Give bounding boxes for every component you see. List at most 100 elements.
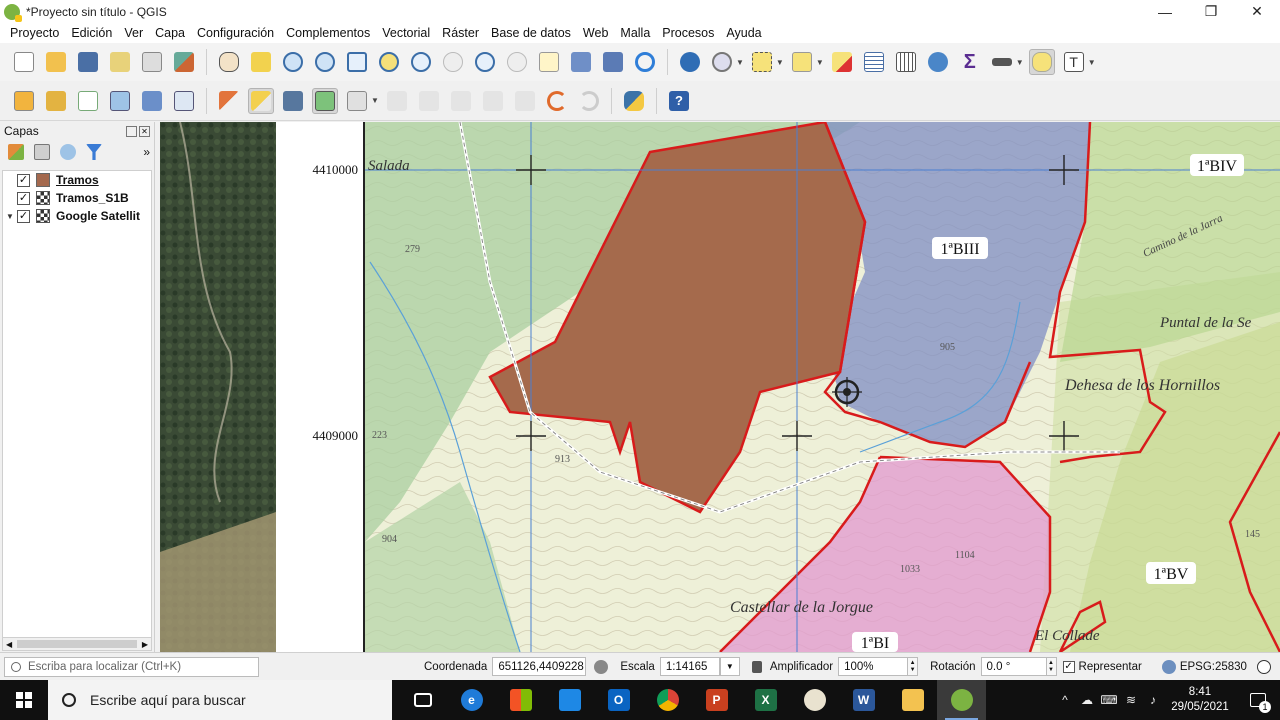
chevron-down-icon[interactable]: ▼ <box>736 58 744 67</box>
new-temp-layer-button[interactable] <box>139 88 165 114</box>
attribute-table-button[interactable] <box>861 49 887 75</box>
magnifier-spinner[interactable]: ▲ ▼ <box>908 657 919 676</box>
menu-complementos[interactable]: Complementos <box>280 23 376 43</box>
word-app[interactable]: W <box>839 680 888 720</box>
new-map-view-button[interactable] <box>536 49 562 75</box>
new-bookmark-button[interactable] <box>568 49 594 75</box>
powerpoint-app[interactable]: P <box>692 680 741 720</box>
chevron-down-icon[interactable]: ▼ <box>1088 58 1096 67</box>
text-annotation-button[interactable]: T <box>1061 49 1087 75</box>
menu-ver[interactable]: Ver <box>118 23 149 43</box>
render-checkbox[interactable]: ✓ <box>1062 660 1075 673</box>
open-project-button[interactable] <box>43 49 69 75</box>
pan-button[interactable] <box>216 49 242 75</box>
add-group-icon[interactable] <box>34 144 50 160</box>
layout-manager-button[interactable] <box>139 49 165 75</box>
menu-proyecto[interactable]: Proyecto <box>4 23 65 43</box>
layer-visibility-checkbox[interactable]: ✓ <box>17 191 30 205</box>
paint-app[interactable] <box>790 680 839 720</box>
deselect-button[interactable] <box>829 49 855 75</box>
zoom-in-button[interactable] <box>280 49 306 75</box>
chevron-down-icon[interactable]: ▼ <box>371 96 379 105</box>
edge-app[interactable]: e <box>447 680 496 720</box>
modify-attributes-button[interactable] <box>384 88 410 114</box>
new-project-button[interactable] <box>11 49 37 75</box>
python-console-button[interactable] <box>621 88 647 114</box>
close-panel-icon[interactable]: ✕ <box>139 125 150 137</box>
spin-down-icon[interactable]: ▼ <box>1048 667 1054 674</box>
zoom-out-button[interactable] <box>312 49 338 75</box>
qgis-app[interactable] <box>937 680 986 720</box>
volume-icon[interactable]: ♪ <box>1142 693 1164 707</box>
layer-name[interactable]: Google Satellit <box>56 209 140 223</box>
copy-features-button[interactable] <box>480 88 506 114</box>
layer-name[interactable]: Tramos_S1B <box>56 191 129 205</box>
coordinate-toggle-icon[interactable] <box>594 659 609 674</box>
excel-app[interactable]: X <box>741 680 790 720</box>
chevron-up-icon[interactable]: ^ <box>1054 693 1076 707</box>
more-tools-icon[interactable]: » <box>143 145 150 159</box>
outlook-app[interactable]: O <box>594 680 643 720</box>
layer-row-tramos[interactable]: ✓ Tramos <box>3 171 151 189</box>
explorer-app[interactable] <box>888 680 937 720</box>
close-button[interactable]: ✕ <box>1234 0 1280 23</box>
spin-up-icon[interactable]: ▲ <box>910 660 916 667</box>
minimize-button[interactable]: — <box>1142 0 1188 23</box>
actions-button[interactable] <box>709 49 735 75</box>
layer-row-tramos-s1b[interactable]: ✓ Tramos_S1B <box>3 189 151 207</box>
menu-vectorial[interactable]: Vectorial <box>376 23 436 43</box>
show-bookmarks-button[interactable] <box>600 49 626 75</box>
zoom-selection-button[interactable] <box>376 49 402 75</box>
map-tips-button[interactable] <box>1028 49 1055 75</box>
crs-label[interactable]: EPSG:25830 <box>1180 661 1247 673</box>
task-view-button[interactable] <box>398 680 447 720</box>
taskbar-search-input[interactable]: Escribe aquí para buscar <box>48 680 392 720</box>
select-features-button[interactable] <box>749 49 775 75</box>
start-button[interactable] <box>0 680 48 720</box>
layer-name[interactable]: Tramos <box>56 173 99 187</box>
rotation-spinner[interactable]: ▲ ▼ <box>1046 657 1057 676</box>
menu-raster[interactable]: Ráster <box>436 23 485 43</box>
paste-features-button[interactable] <box>512 88 538 114</box>
taskbar-clock[interactable]: 8:41 29/05/2021 <box>1164 685 1236 715</box>
toggle-editing-button[interactable] <box>248 87 274 114</box>
new-shapefile-button[interactable] <box>75 88 101 114</box>
messages-icon[interactable] <box>1256 659 1271 674</box>
lock-icon[interactable] <box>751 660 762 673</box>
coordinate-field[interactable]: 651126,4409228 <box>492 657 587 676</box>
scroll-right-icon[interactable]: ▶ <box>142 640 148 649</box>
mail-app[interactable] <box>545 680 594 720</box>
map-canvas[interactable]: 4410000 4409000 1ªBIV 1ªBIII 1ªBV 1ªBI D… <box>160 122 1280 652</box>
new-virtual-layer-button[interactable] <box>171 88 197 114</box>
chevron-down-icon[interactable]: ▼ <box>816 58 824 67</box>
menu-ayuda[interactable]: Ayuda <box>720 23 767 43</box>
scrollbar-thumb[interactable] <box>17 640 137 648</box>
scale-dropdown-icon[interactable]: ▼ <box>719 657 740 676</box>
magnifier-field[interactable]: 100% <box>838 657 909 676</box>
vertex-tool-button[interactable] <box>344 88 370 114</box>
zoom-full-button[interactable] <box>344 49 370 75</box>
help-button[interactable]: ? <box>666 88 692 114</box>
new-print-layout-button[interactable] <box>107 49 133 75</box>
add-polygon-button[interactable] <box>312 87 338 114</box>
chevron-down-icon[interactable]: ▼ <box>1016 58 1024 67</box>
language-icon[interactable]: ⌨ <box>1098 693 1120 707</box>
zoom-next-button[interactable] <box>504 49 530 75</box>
statistics-button[interactable]: Σ <box>957 49 983 75</box>
layer-row-google-satellite[interactable]: ▼ ✓ Google Satellit <box>3 207 151 225</box>
network-icon[interactable]: ☁ <box>1076 693 1098 707</box>
layer-visibility-checkbox[interactable]: ✓ <box>17 209 30 223</box>
style-manager-button[interactable] <box>171 49 197 75</box>
new-geopackage-button[interactable] <box>43 88 69 114</box>
menu-edicion[interactable]: Edición <box>65 23 118 43</box>
chrome-app[interactable] <box>643 680 692 720</box>
map-svg[interactable]: 4410000 4409000 1ªBIV 1ªBIII 1ªBV 1ªBI D… <box>160 122 1280 652</box>
menu-capa[interactable]: Capa <box>149 23 191 43</box>
wifi-icon[interactable]: ≋ <box>1120 693 1142 707</box>
identify-button[interactable] <box>677 49 703 75</box>
measure-button[interactable] <box>989 49 1015 75</box>
save-project-button[interactable] <box>75 49 101 75</box>
layer-tree-scrollbar[interactable]: ◀ ▶ <box>2 637 152 651</box>
zoom-layer-button[interactable] <box>408 49 434 75</box>
rotation-field[interactable]: 0.0 ° <box>980 657 1047 676</box>
